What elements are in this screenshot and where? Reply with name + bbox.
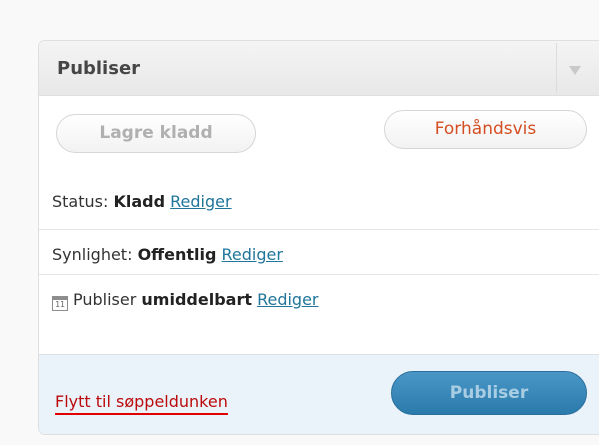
row-divider [39, 229, 599, 230]
status-label: Status: [52, 192, 109, 211]
schedule-label: Publiser [73, 290, 137, 309]
schedule-value: umiddelbart [141, 290, 252, 309]
visibility-row: Synlighet: Offentlig Rediger [52, 245, 599, 264]
triangle-down-icon[interactable] [569, 66, 581, 75]
major-publishing-actions: Flytt til søppeldunken Publiser [39, 354, 599, 434]
publish-button[interactable]: Publiser [391, 371, 587, 415]
status-value: Kladd [113, 192, 166, 211]
preview-button[interactable]: Forhåndsvis [384, 110, 587, 149]
status-row: Status: Kladd Rediger [52, 192, 599, 211]
header-divider [556, 43, 557, 93]
visibility-value: Offentlig [137, 245, 217, 264]
visibility-label: Synlighet: [52, 245, 133, 264]
row-divider [39, 274, 599, 275]
save-draft-button[interactable]: Lagre kladd [56, 114, 256, 153]
publish-box-header[interactable]: Publiser [39, 41, 599, 96]
edit-visibility-link[interactable]: Rediger [222, 245, 283, 264]
schedule-row: 11 Publiser umiddelbart Rediger [52, 290, 599, 311]
edit-schedule-link[interactable]: Rediger [257, 290, 318, 309]
publish-box-title: Publiser [57, 58, 141, 79]
move-to-trash-link[interactable]: Flytt til søppeldunken [55, 392, 228, 415]
publish-box: Publiser Lagre kladd Forhåndsvis Status:… [38, 40, 599, 435]
edit-status-link[interactable]: Rediger [170, 192, 231, 211]
calendar-icon: 11 [52, 296, 68, 311]
